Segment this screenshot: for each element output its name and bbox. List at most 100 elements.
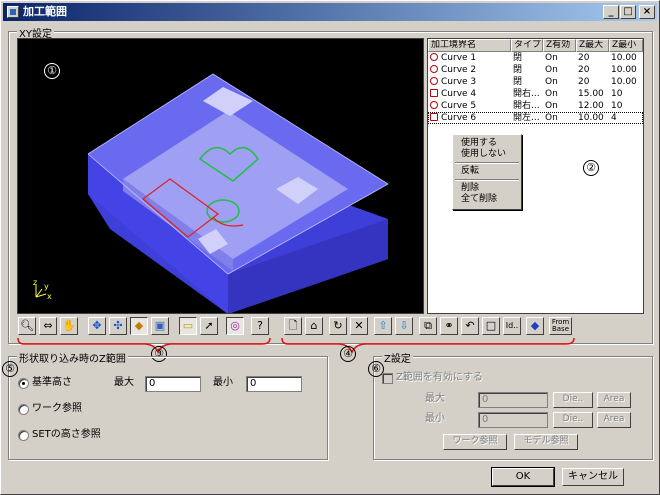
cursor-arrow-icon: ➚ xyxy=(204,319,214,332)
cell-name: Curve 2 xyxy=(428,64,511,76)
z-min-die-button[interactable]: Die.. xyxy=(553,412,593,428)
cell-name: Curve 5 xyxy=(428,100,511,112)
move-down-button[interactable]: ⇩ xyxy=(395,317,413,335)
model-ref-button[interactable]: モデル参照 xyxy=(514,434,578,450)
min-input[interactable]: 0 xyxy=(246,376,302,392)
import-icon: ⧉ xyxy=(424,319,432,332)
z-min-area-button[interactable]: Area xyxy=(597,412,631,428)
cell-zmax: 15.00 xyxy=(578,89,604,99)
menu-delete[interactable]: 削除 xyxy=(453,183,521,194)
select-rect-button[interactable]: ▭ xyxy=(179,317,197,335)
import-button[interactable]: ⧉ xyxy=(419,317,437,335)
context-menu: 使用する 使用しない 反転 削除 全て削除 xyxy=(452,134,522,210)
list-item[interactable]: Curve 1 閉 On 20 10.00 xyxy=(428,52,643,64)
col-type[interactable]: タイプ xyxy=(511,39,543,52)
solid-button[interactable]: ◆ xyxy=(526,317,544,335)
3d-viewport[interactable]: z y x ① xyxy=(17,38,424,314)
new-document-icon: 🗋 xyxy=(288,319,298,332)
pan-button[interactable]: ✋ xyxy=(60,317,78,335)
move-button[interactable]: ✥ xyxy=(88,317,106,335)
cell-zmin: 10.00 xyxy=(611,77,637,87)
minimize-button[interactable]: _ xyxy=(603,5,619,19)
id-button[interactable]: Id.. xyxy=(503,317,521,335)
cell-zmin: 10 xyxy=(611,89,623,99)
circle-select-button[interactable]: ◎ xyxy=(226,317,244,335)
z-max-input[interactable]: 0 xyxy=(478,392,548,408)
close-button[interactable]: × xyxy=(639,5,655,19)
pointer-button[interactable]: ➚ xyxy=(200,317,218,335)
list-item[interactable]: Curve 5 開右... On 12.00 10 xyxy=(428,100,643,112)
undo-button[interactable]: ↶ xyxy=(461,317,479,335)
reverse-button[interactable]: ↻ xyxy=(329,317,347,335)
list-item[interactable]: Curve 3 閉 On 20 10.00 xyxy=(428,76,643,88)
z-max-area-button[interactable]: Area xyxy=(597,392,631,408)
radio-set-height[interactable] xyxy=(18,430,29,441)
z-max-label: 最大 xyxy=(425,393,445,404)
cell-z: On xyxy=(545,65,558,75)
marker-5: ⑤ xyxy=(2,361,18,377)
link-button[interactable]: ⚭ xyxy=(440,317,458,335)
list-item[interactable]: Curve 4 開右... On 15.00 10 xyxy=(428,88,643,100)
z-min-input[interactable]: 0 xyxy=(478,412,548,428)
rectangle-icon: □ xyxy=(485,319,497,332)
radio-base-height[interactable] xyxy=(18,378,29,389)
wire-view-button[interactable]: ▣ xyxy=(151,317,169,335)
z-max-die-button[interactable]: Die.. xyxy=(553,392,593,408)
zoom-fit-button[interactable]: ⇔ xyxy=(39,317,57,335)
col-z-enabled[interactable]: Z有効 xyxy=(543,39,576,52)
menu-separator xyxy=(455,179,519,181)
cancel-button[interactable]: キャンセル xyxy=(562,468,624,486)
menu-unuse[interactable]: 使用しない xyxy=(453,149,521,160)
move-arrows-icon: ✥ xyxy=(92,319,102,332)
shaded-view-button[interactable]: ◆ xyxy=(130,317,148,335)
list-item[interactable]: Curve 2 閉 On 20 10.00 xyxy=(428,64,643,76)
open-boundary-button[interactable]: ⌂ xyxy=(305,317,323,335)
work-ref-button[interactable]: ワーク参照 xyxy=(443,434,507,450)
new-boundary-button[interactable]: 🗋 xyxy=(284,317,302,335)
axis-y-label: y xyxy=(44,282,49,291)
help-button[interactable]: ? xyxy=(251,317,269,335)
open-curve-icon xyxy=(430,113,438,121)
from-base-button[interactable]: From Base xyxy=(549,317,572,335)
z-enable-checkbox[interactable] xyxy=(382,373,393,384)
window-title: 加工範囲 xyxy=(23,5,67,18)
move-up-button[interactable]: ⇧ xyxy=(374,317,392,335)
delete-button[interactable]: ✕ xyxy=(350,317,368,335)
curve-name: Curve 2 xyxy=(441,65,477,75)
max-input[interactable]: 0 xyxy=(145,376,201,392)
col-z-min[interactable]: Z最小 xyxy=(609,39,643,52)
cell-name: Curve 6 xyxy=(428,112,511,124)
help-cursor-icon: ? xyxy=(257,319,263,332)
work-ref-label: ワーク参照 xyxy=(32,403,82,414)
open-curve-icon xyxy=(430,89,438,97)
cell-zmin: 10.00 xyxy=(611,53,637,63)
ok-button[interactable]: OK xyxy=(491,467,555,487)
up-arrow-icon: ⇧ xyxy=(378,319,388,332)
list-item[interactable]: Curve 6 開左... On 10.00 4 xyxy=(428,112,643,124)
menu-reverse[interactable]: 反転 xyxy=(453,166,521,177)
curve-name: Curve 3 xyxy=(441,77,477,87)
curve-name: Curve 5 xyxy=(441,101,477,111)
rotate-button[interactable]: ✣ xyxy=(109,317,127,335)
col-z-max[interactable]: Z最大 xyxy=(576,39,609,52)
z-min-label: 最小 xyxy=(425,413,445,424)
rect-boundary-button[interactable]: □ xyxy=(482,317,500,335)
axis-x-label: x xyxy=(47,292,52,301)
cell-name: Curve 4 xyxy=(428,88,511,100)
closed-curve-icon xyxy=(430,53,438,61)
cell-z: On xyxy=(545,101,558,111)
radio-work-ref[interactable] xyxy=(18,404,29,415)
menu-delete-all[interactable]: 全て削除 xyxy=(453,194,521,205)
zoom-button[interactable]: 🔍︎ xyxy=(18,317,36,335)
list-header: 加工境界名 タイプ Z有効 Z最大 Z最小 xyxy=(428,39,643,52)
maximize-button[interactable]: □ xyxy=(620,5,636,19)
app-icon xyxy=(7,6,19,18)
col-name[interactable]: 加工境界名 xyxy=(428,39,511,52)
menu-use[interactable]: 使用する xyxy=(453,138,521,149)
cell-z: On xyxy=(545,53,558,63)
z-enable-label: Z範囲を有効にする xyxy=(396,372,483,383)
cell-type: 閉 xyxy=(513,65,523,75)
rotate-arrows-icon: ✣ xyxy=(113,319,123,332)
closed-curve-icon xyxy=(430,65,438,73)
solid-diamond-icon: ◆ xyxy=(530,319,540,332)
